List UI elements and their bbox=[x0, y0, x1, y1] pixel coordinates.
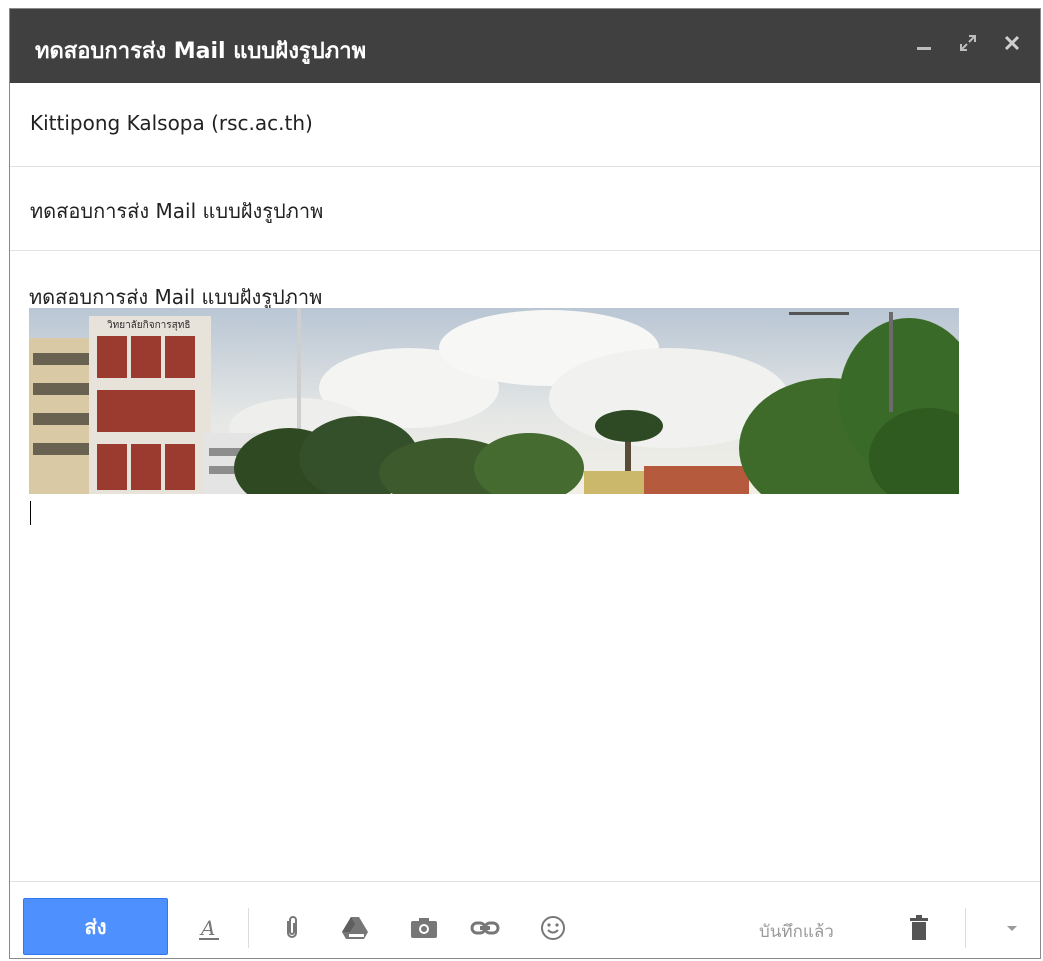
link-icon[interactable] bbox=[469, 912, 501, 944]
compose-title: ทดสอบการส่ง Mail แบบฝังรูปภาพ bbox=[35, 39, 367, 64]
subject-field[interactable]: ทดสอบการส่ง Mail แบบฝังรูปภาพ bbox=[10, 167, 1040, 251]
campus-photo: วิทยาลัยกิจการสุทธิ bbox=[29, 308, 959, 494]
saved-status: บันทึกแล้ว bbox=[759, 922, 834, 942]
minimize-icon[interactable] bbox=[912, 31, 936, 55]
subject-text[interactable]: ทดสอบการส่ง Mail แบบฝังรูปภาพ bbox=[30, 195, 323, 227]
svg-text:A: A bbox=[199, 916, 215, 940]
drive-icon[interactable] bbox=[339, 912, 371, 944]
inline-campus-image[interactable]: วิทยาลัยกิจการสุทธิ bbox=[29, 308, 959, 494]
trash-icon[interactable] bbox=[903, 912, 935, 944]
svg-text:วิทยาลัยกิจการสุทธิ: วิทยาลัยกิจการสุทธิ bbox=[107, 320, 191, 331]
more-options-icon[interactable] bbox=[996, 912, 1028, 944]
compose-toolbar: ส่ง A บันทึกแล้ว bbox=[10, 881, 1040, 958]
window-controls bbox=[912, 31, 1024, 55]
recipients-field[interactable]: Kittipong Kalsopa (rsc.ac.th) bbox=[10, 83, 1040, 167]
message-body[interactable]: ทดสอบการส่ง Mail แบบฝังรูปภาพ วิทยาลัยกิ… bbox=[10, 251, 1040, 879]
text-cursor bbox=[30, 501, 31, 525]
emoji-icon[interactable] bbox=[537, 912, 569, 944]
send-button[interactable]: ส่ง bbox=[23, 898, 168, 955]
close-icon[interactable] bbox=[1000, 31, 1024, 55]
recipient-chip[interactable]: Kittipong Kalsopa (rsc.ac.th) bbox=[30, 111, 313, 135]
formatting-icon[interactable]: A bbox=[193, 912, 225, 944]
toolbar-divider bbox=[965, 908, 966, 948]
toolbar-divider bbox=[248, 908, 249, 948]
compose-titlebar[interactable]: ทดสอบการส่ง Mail แบบฝังรูปภาพ bbox=[10, 9, 1040, 83]
compose-window: ทดสอบการส่ง Mail แบบฝังรูปภาพ Kittipong … bbox=[9, 8, 1041, 959]
attach-icon[interactable] bbox=[276, 912, 308, 944]
expand-icon[interactable] bbox=[956, 31, 980, 55]
photo-icon[interactable] bbox=[408, 912, 440, 944]
